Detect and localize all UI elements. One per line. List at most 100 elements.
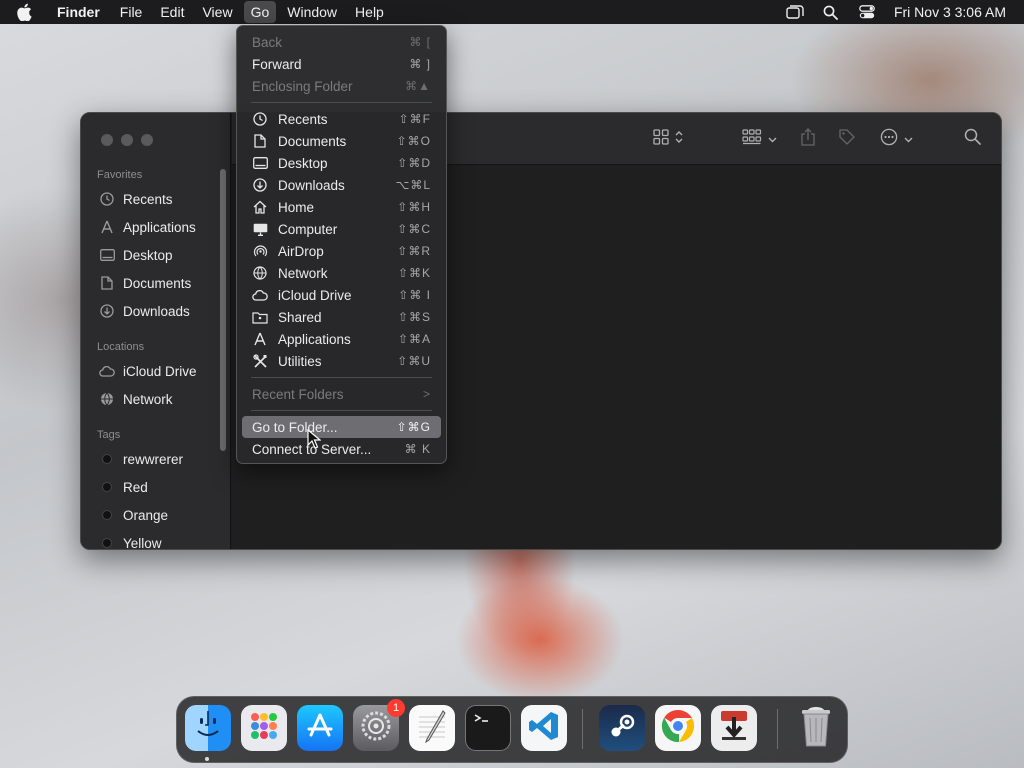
go-menu-network[interactable]: Network ⇧⌘K — [242, 262, 441, 284]
go-menu-computer[interactable]: Computer ⇧⌘C — [242, 218, 441, 240]
sidebar-item-applications[interactable]: Applications — [99, 217, 196, 237]
menu-item-shortcut: ⇧⌘C — [397, 222, 431, 236]
app-store-icon — [305, 711, 335, 746]
menu-item-label: AirDrop — [278, 243, 324, 259]
sidebar-tag-orange[interactable]: Orange — [99, 505, 168, 525]
menu-item-label: Computer — [278, 221, 338, 237]
notification-badge: 1 — [387, 699, 405, 717]
group-by-button[interactable] — [742, 128, 777, 150]
menu-go[interactable]: Go — [243, 1, 277, 23]
menu-item-label: Desktop — [278, 155, 328, 171]
sidebar-item-network[interactable]: Network — [99, 389, 173, 409]
computer-icon — [252, 221, 268, 237]
menu-item-shortcut: ⌘▲ — [405, 79, 431, 93]
sidebar-tag-red[interactable]: Red — [99, 477, 148, 497]
sidebar-tag-rewwrerer[interactable]: rewwrerer — [99, 449, 183, 469]
chevron-down-icon — [904, 130, 913, 148]
globe-icon — [99, 391, 115, 407]
stage-manager-icon[interactable] — [786, 4, 804, 20]
zoom-window-button[interactable] — [141, 134, 153, 146]
sidebar-item-documents[interactable]: Documents — [99, 273, 191, 293]
sidebar-item-label: Desktop — [123, 247, 173, 263]
dock-visual-studio-code[interactable] — [521, 705, 567, 751]
dock-terminal[interactable] — [465, 705, 511, 751]
edit-tags-button[interactable] — [838, 128, 856, 151]
menu-item-label: Forward — [252, 56, 302, 72]
finder-sidebar: Favorites Recents Applications Desktop D… — [81, 113, 231, 549]
dock-app-store[interactable] — [297, 705, 343, 751]
sidebar-tag-yellow[interactable]: Yellow — [99, 533, 162, 550]
go-menu-back[interactable]: Back ⌘ [ — [242, 31, 441, 53]
dock-finder[interactable] — [185, 705, 231, 751]
clock-icon — [252, 111, 268, 127]
go-menu-utilities[interactable]: Utilities ⇧⌘U — [242, 350, 441, 372]
go-menu-documents[interactable]: Documents ⇧⌘O — [242, 130, 441, 152]
go-menu-go-to-folder[interactable]: Go to Folder... ⇧⌘G — [242, 416, 441, 438]
group-grid-icon — [742, 128, 762, 150]
menu-view[interactable]: View — [195, 1, 239, 23]
applications-icon — [99, 219, 115, 235]
go-menu-shared[interactable]: Shared ⇧⌘S — [242, 306, 441, 328]
minimize-window-button[interactable] — [121, 134, 133, 146]
launchpad-grid-icon — [248, 710, 280, 747]
sidebar-item-label: Yellow — [123, 535, 162, 550]
finder-running-indicator — [205, 757, 209, 761]
search-button[interactable] — [964, 128, 981, 149]
go-menu-applications[interactable]: Applications ⇧⌘A — [242, 328, 441, 350]
menu-bar: Finder File Edit View Go Window Help Fri… — [0, 0, 1024, 24]
sidebar-item-recents[interactable]: Recents — [99, 189, 173, 209]
chrome-icon — [660, 708, 696, 749]
dock-transmit[interactable] — [711, 705, 757, 751]
clock-icon — [99, 191, 115, 207]
sidebar-item-desktop[interactable]: Desktop — [99, 245, 173, 265]
go-menu-recent-folders[interactable]: Recent Folders > — [242, 383, 441, 405]
go-menu-desktop[interactable]: Desktop ⇧⌘D — [242, 152, 441, 174]
dock-trash[interactable] — [793, 705, 839, 751]
terminal-prompt-icon — [471, 709, 505, 748]
airdrop-icon — [252, 243, 268, 259]
go-menu-forward[interactable]: Forward ⌘ ] — [242, 53, 441, 75]
sidebar-item-icloud-drive[interactable]: iCloud Drive — [99, 361, 197, 381]
tag-icon — [838, 128, 856, 151]
globe-icon — [252, 265, 268, 281]
go-menu-airdrop[interactable]: AirDrop ⇧⌘R — [242, 240, 441, 262]
menu-help[interactable]: Help — [348, 1, 391, 23]
sidebar-item-label: Network — [123, 391, 173, 407]
dock-launchpad[interactable] — [241, 705, 287, 751]
menu-finder[interactable]: Finder — [50, 1, 107, 23]
go-menu-connect-to-server[interactable]: Connect to Server... ⌘ K — [242, 438, 441, 460]
menu-item-shortcut: ⇧⌘H — [397, 200, 431, 214]
go-menu-home[interactable]: Home ⇧⌘H — [242, 196, 441, 218]
menu-item-shortcut: ⌥⌘L — [395, 178, 431, 192]
spotlight-search-icon[interactable] — [822, 4, 840, 20]
dock-system-settings[interactable]: 1 — [353, 699, 405, 751]
go-menu-icloud-drive[interactable]: iCloud Drive ⇧⌘ I — [242, 284, 441, 306]
control-center-icon[interactable] — [858, 4, 876, 20]
menu-item-shortcut: ⇧⌘A — [397, 332, 431, 346]
menu-bar-clock[interactable]: Fri Nov 3 3:06 AM — [894, 4, 1006, 20]
sidebar-item-label: Downloads — [123, 303, 190, 319]
go-menu-downloads[interactable]: Downloads ⌥⌘L — [242, 174, 441, 196]
menu-item-label: Network — [278, 265, 328, 281]
sidebar-scrollbar[interactable] — [220, 169, 226, 451]
menu-item-label: iCloud Drive — [278, 287, 352, 303]
menu-item-shortcut: ⇧⌘S — [397, 310, 431, 324]
dock-google-chrome[interactable] — [655, 705, 701, 751]
menu-file[interactable]: File — [113, 1, 150, 23]
download-icon — [99, 303, 115, 319]
share-button[interactable] — [800, 127, 816, 149]
close-window-button[interactable] — [101, 134, 113, 146]
go-menu-enclosing-folder[interactable]: Enclosing Folder ⌘▲ — [242, 75, 441, 97]
menu-window[interactable]: Window — [280, 1, 344, 23]
menu-separator — [251, 102, 432, 103]
apple-menu-icon[interactable] — [16, 3, 40, 21]
sidebar-item-downloads[interactable]: Downloads — [99, 301, 190, 321]
dock-textedit[interactable] — [409, 705, 455, 751]
dock: 1 — [176, 696, 848, 763]
menu-item-shortcut: ⌘ [ — [409, 35, 431, 49]
menu-edit[interactable]: Edit — [153, 1, 191, 23]
more-actions-button[interactable] — [880, 128, 913, 149]
view-mode-button[interactable] — [653, 128, 683, 149]
go-menu-recents[interactable]: Recents ⇧⌘F — [242, 108, 441, 130]
dock-steam[interactable] — [599, 705, 645, 751]
